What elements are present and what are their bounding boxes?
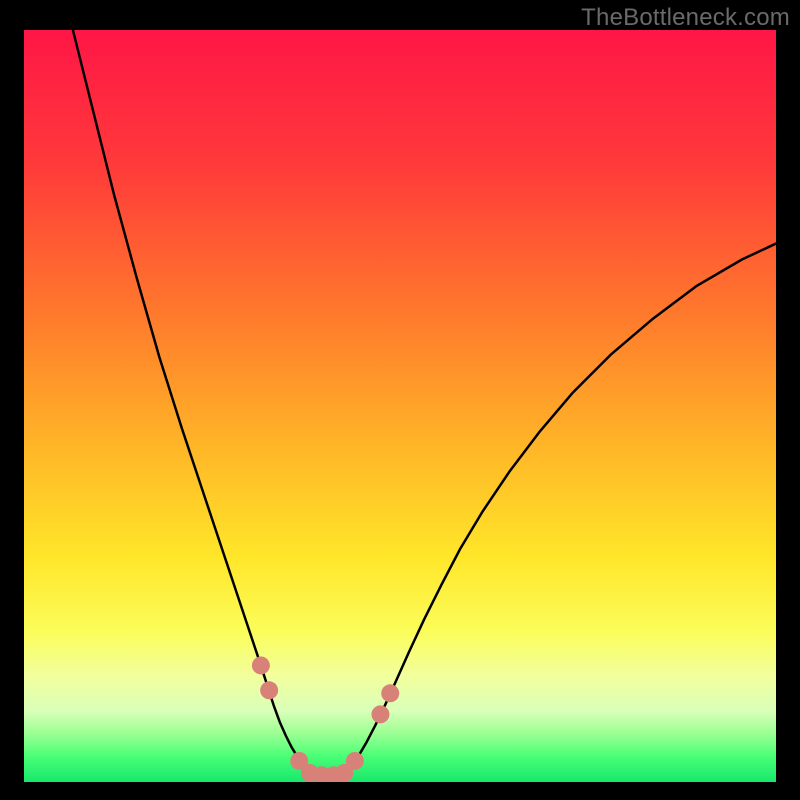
chart-frame: TheBottleneck.com	[0, 0, 800, 800]
chart-svg	[24, 30, 776, 782]
watermark-text: TheBottleneck.com	[581, 4, 790, 32]
plot-area	[24, 30, 776, 782]
